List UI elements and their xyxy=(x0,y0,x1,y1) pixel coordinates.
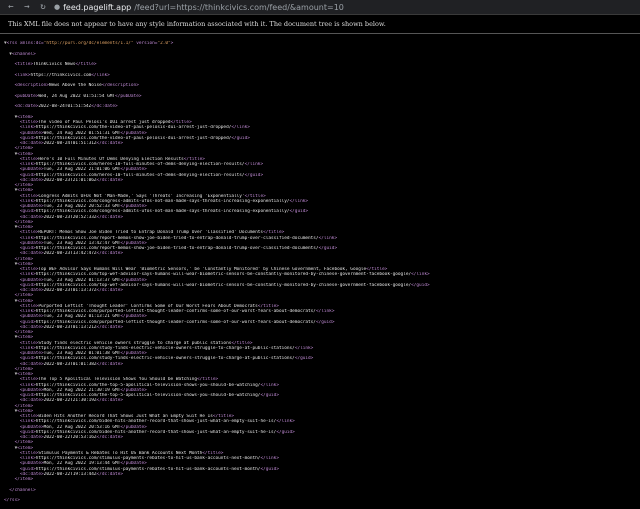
xml-style-notice: This XML file does not appear to have an… xyxy=(0,15,640,34)
channel-pubdate: <pubDate>Wed, 24 Aug 2022 01:51:54 GMT</… xyxy=(14,93,142,99)
channel-title: <title>ThinkCivics News</title> xyxy=(14,62,97,68)
reload-icon[interactable]: ↻ xyxy=(38,0,48,14)
url-path: /feed?url=https://thinkcivics.com/feed/&… xyxy=(134,2,344,12)
rss-open-line: ▼<rss xmlns:dc="http://purl.org/dc/eleme… xyxy=(4,41,174,47)
xml-document-tree: ▼<rss xmlns:dc="http://purl.org/dc/eleme… xyxy=(0,34,640,509)
lock-icon: ● xyxy=(54,3,61,11)
item-close-line: </item> xyxy=(14,477,34,482)
channel-dcdate: <dc:date>2022-08-24T01:51:54Z</dc:date> xyxy=(14,104,118,110)
back-arrow-icon[interactable]: ← xyxy=(6,0,16,14)
channel-description: <description>News Above the Noise</descr… xyxy=(14,83,139,89)
forward-arrow-icon[interactable]: → xyxy=(22,0,32,14)
url-host: feed.pagelift.app xyxy=(63,2,132,12)
address-bar[interactable]: ● feed.pagelift.app/feed?url=https://thi… xyxy=(54,3,344,12)
browser-toolbar: ← → ↻ ● feed.pagelift.app/feed?url=https… xyxy=(0,0,640,15)
channel-link: <link>https://thinkcivics.com</link> xyxy=(14,72,110,78)
channel-open-line: ▼<channel> xyxy=(9,51,36,57)
rss-close-line: </rss> xyxy=(4,498,20,503)
